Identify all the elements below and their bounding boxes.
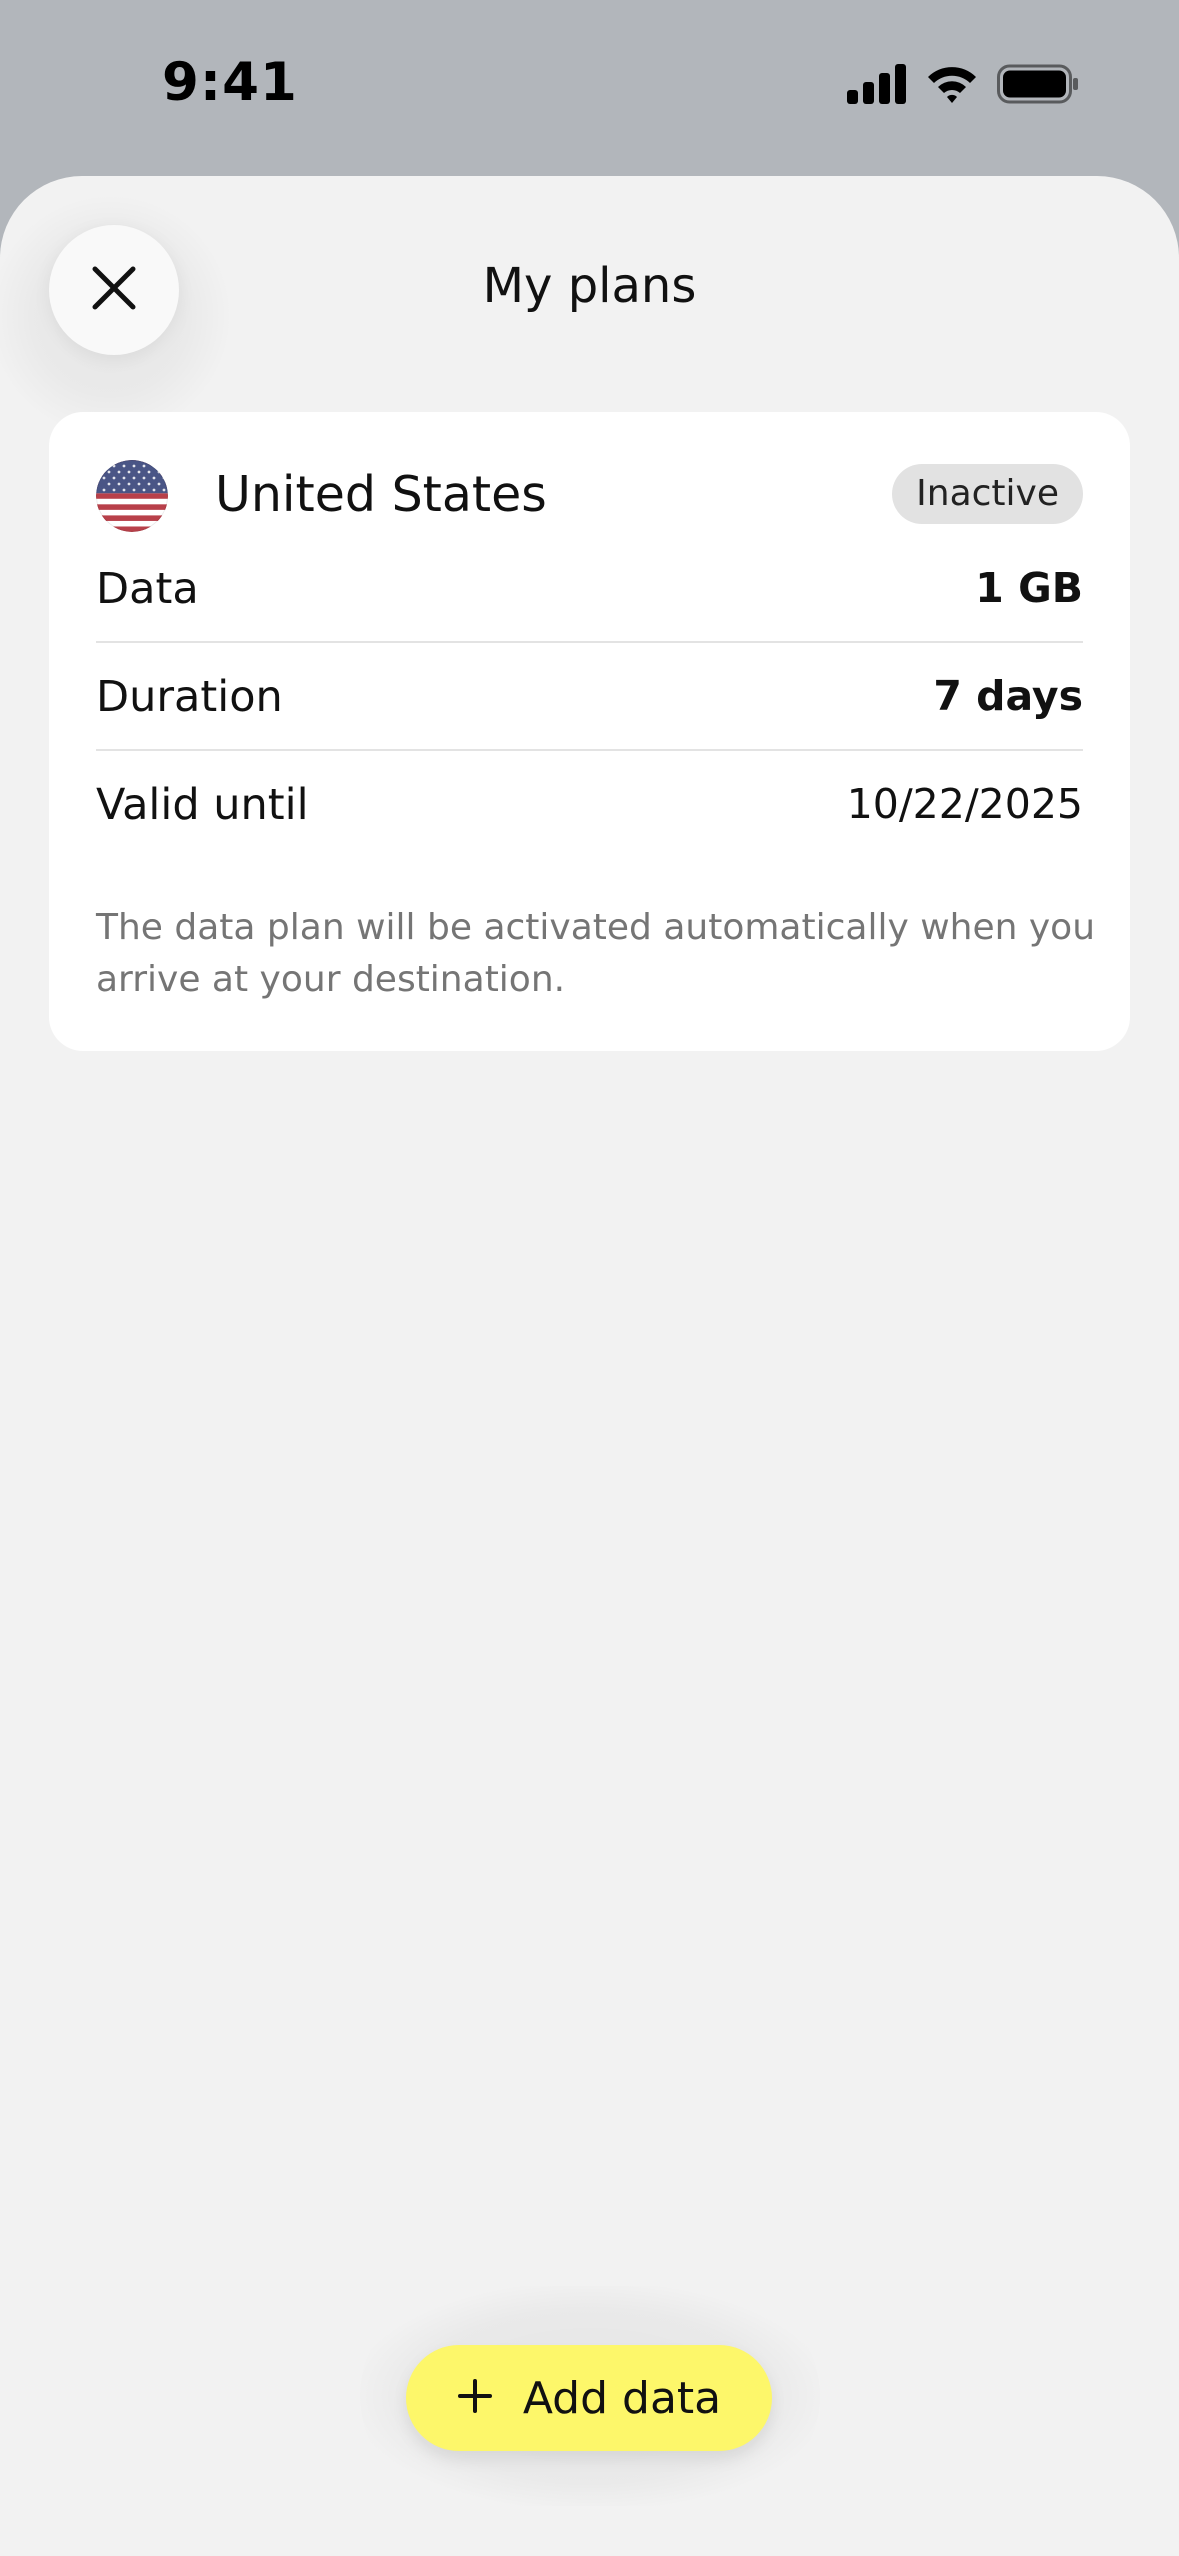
plan-row-label: Valid until bbox=[96, 780, 309, 830]
add-data-label: Add data bbox=[522, 2372, 722, 2424]
status-bar: 9:41 bbox=[0, 0, 1179, 176]
plan-country-name: United States bbox=[215, 466, 547, 523]
plan-row-data: Data 1 GB bbox=[96, 536, 1083, 643]
plans-sheet: My plans United States Inactive Data 1 G… bbox=[0, 176, 1179, 2556]
plan-row-value: 10/22/2025 bbox=[846, 780, 1083, 828]
status-time: 9:41 bbox=[162, 52, 298, 113]
plus-icon bbox=[457, 2378, 493, 2418]
plan-activation-note: The data plan will be activated automati… bbox=[96, 907, 1096, 1000]
status-badge: Inactive bbox=[892, 464, 1083, 524]
plan-row-value: 7 days bbox=[933, 672, 1083, 720]
plan-row-label: Data bbox=[96, 564, 199, 614]
plan-card-header: United States Inactive bbox=[96, 456, 1083, 536]
battery-icon bbox=[997, 64, 1079, 108]
page-title: My plans bbox=[482, 258, 697, 314]
us-flag-icon bbox=[96, 460, 168, 532]
wifi-icon bbox=[925, 64, 979, 108]
plan-row-duration: Duration 7 days bbox=[96, 644, 1083, 751]
plan-card[interactable]: United States Inactive Data 1 GB Duratio… bbox=[49, 412, 1130, 1051]
status-icons bbox=[847, 64, 1079, 108]
plan-row-valid-until: Valid until 10/22/2025 bbox=[96, 752, 1083, 859]
cellular-signal-icon bbox=[847, 64, 907, 108]
plan-row-label: Duration bbox=[96, 672, 283, 722]
add-data-button[interactable]: Add data bbox=[406, 2345, 772, 2451]
plan-row-value: 1 GB bbox=[975, 564, 1083, 612]
